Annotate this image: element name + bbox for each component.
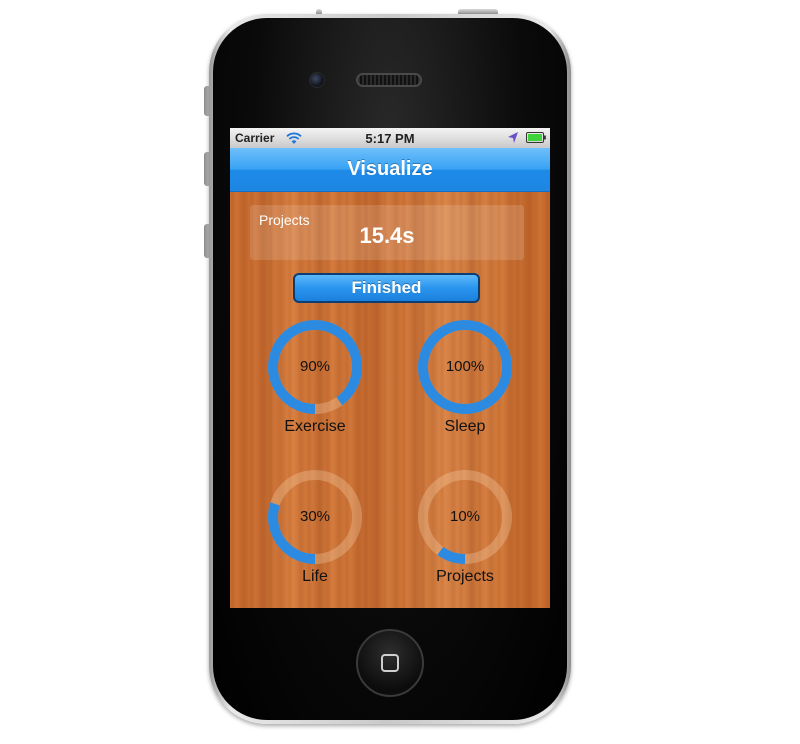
home-square-icon <box>381 654 399 672</box>
life-label: Life <box>302 568 328 585</box>
life-percent: 30% <box>299 508 331 525</box>
ring-exercise[interactable]: 90% Exercise <box>260 317 370 447</box>
device-screen: Carrier 5:17 PM Visualize Projects 15.4s… <box>230 128 550 608</box>
timer-value: 15.4s <box>359 223 415 248</box>
projects-label: Projects <box>436 568 494 585</box>
simulator-stage: Carrier 5:17 PM Visualize Projects 15.4s… <box>0 0 800 744</box>
status-bar: Carrier 5:17 PM <box>230 128 550 148</box>
home-button[interactable] <box>356 629 424 697</box>
projects-percent: 10% <box>449 508 481 525</box>
status-time: 5:17 PM <box>365 131 415 146</box>
exercise-percent: 90% <box>299 358 331 375</box>
ring-projects[interactable]: 10% Projects <box>410 467 520 597</box>
wood-content-area: Projects 15.4s Finished 90% Exercise 100… <box>230 192 550 608</box>
location-arrow-icon <box>508 132 518 143</box>
front-camera <box>309 72 325 88</box>
sleep-label: Sleep <box>444 418 486 435</box>
sleep-percent: 100% <box>445 358 485 375</box>
exercise-label: Exercise <box>284 418 346 435</box>
finished-button[interactable]: Finished <box>293 273 480 303</box>
timer-panel: Projects 15.4s <box>250 205 524 260</box>
earpiece-speaker <box>356 73 422 87</box>
ring-sleep[interactable]: 100% Sleep <box>410 317 520 447</box>
nav-title: Visualize <box>347 158 433 180</box>
ring-life[interactable]: 30% Life <box>260 467 370 597</box>
battery-icon <box>526 132 546 143</box>
navigation-bar: Visualize <box>230 148 550 192</box>
